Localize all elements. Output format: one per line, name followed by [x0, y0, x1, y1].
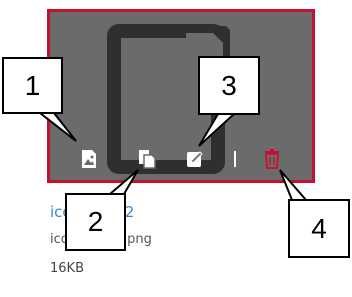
callout-2: 2 — [65, 193, 126, 251]
image-view-icon — [82, 150, 96, 168]
copy-button[interactable] — [133, 146, 161, 172]
actions-separator — [234, 151, 236, 167]
callout-3: 3 — [198, 56, 260, 115]
card-actions — [50, 142, 312, 176]
delete-button[interactable] — [258, 146, 286, 172]
edit-icon — [187, 151, 203, 167]
edit-button[interactable] — [181, 146, 209, 172]
trash-icon — [265, 149, 279, 169]
callout-1: 1 — [2, 57, 63, 114]
callout-4: 4 — [288, 199, 350, 258]
media-card[interactable] — [47, 9, 315, 183]
view-image-button[interactable] — [75, 146, 103, 172]
file-size: 16KB — [50, 261, 84, 276]
copy-icon — [139, 150, 156, 169]
